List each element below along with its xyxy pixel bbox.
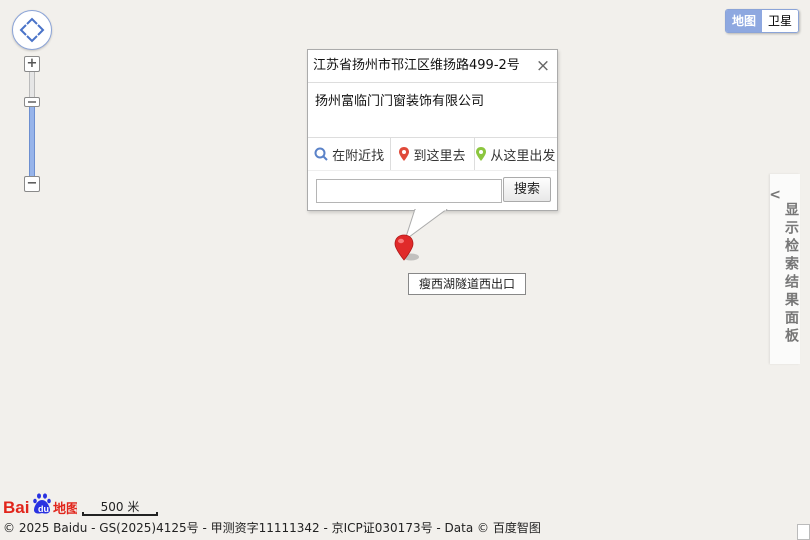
map-type-map-button[interactable]: 地图 xyxy=(726,10,763,32)
search-icon xyxy=(314,147,328,161)
svg-text:du: du xyxy=(38,504,49,514)
pan-arrows-icon xyxy=(19,17,45,43)
resize-handle-icon[interactable] xyxy=(797,524,810,540)
map-type-switch: 地图 卫星 xyxy=(725,9,800,33)
location-marker-icon[interactable] xyxy=(394,234,422,264)
svg-text:Bai: Bai xyxy=(3,498,29,517)
nearby-search-input[interactable] xyxy=(316,179,502,203)
search-button[interactable]: 搜索 xyxy=(503,177,551,202)
info-window-body: 扬州富临门门窗装饰有限公司 xyxy=(308,83,557,137)
zoom-slider-handle[interactable] xyxy=(24,97,40,107)
zoom-slider-fill xyxy=(29,104,35,176)
route-to-here-button[interactable]: 到这里去 xyxy=(391,138,475,170)
zoom-in-button[interactable]: + xyxy=(24,56,40,72)
place-label[interactable]: 瘦西湖隧道西出口 xyxy=(408,273,527,295)
route-from-here-button[interactable]: 从这里出发 xyxy=(475,138,557,170)
side-panel-arrow: < xyxy=(769,187,781,203)
info-window: 江苏省扬州市邗江区维扬路499-2号 × 扬州富临门门窗装饰有限公司 在附近找 … xyxy=(307,49,558,211)
pan-control[interactable] xyxy=(12,10,52,50)
zoom-out-button[interactable]: − xyxy=(24,176,40,192)
pin-icon xyxy=(476,147,487,161)
route-from-here-label: 从这里出发 xyxy=(490,148,556,164)
info-window-header: 江苏省扬州市邗江区维扬路499-2号 × xyxy=(308,50,557,83)
side-panel-label: 显示检索结果面板 xyxy=(783,202,799,346)
info-window-actions: 在附近找 到这里去 从这里出发 xyxy=(308,137,557,171)
info-window-address: 江苏省扬州市邗江区维扬路499-2号 xyxy=(313,58,520,73)
baidu-map-logo[interactable]: Bai du 地图 xyxy=(3,490,77,518)
business-name: 扬州富临门门窗装饰有限公司 xyxy=(315,94,485,109)
close-icon[interactable]: × xyxy=(535,50,551,82)
route-to-here-label: 到这里去 xyxy=(413,148,466,164)
svg-text:地图: 地图 xyxy=(53,501,77,517)
scale-bar xyxy=(82,512,158,516)
map-scale: 500 米 xyxy=(82,498,158,518)
info-window-search: 搜索 xyxy=(308,171,557,211)
map-type-satellite-button[interactable]: 卫星 xyxy=(762,10,799,32)
pin-icon xyxy=(399,147,410,161)
copyright-text: © 2025 Baidu - GS(2025)4125号 - 甲测资字11111… xyxy=(3,521,541,535)
search-nearby-label: 在附近找 xyxy=(332,148,385,164)
show-results-panel-tab[interactable]: 显示检索结果面板 < xyxy=(769,174,800,364)
search-nearby-button[interactable]: 在附近找 xyxy=(308,138,392,170)
